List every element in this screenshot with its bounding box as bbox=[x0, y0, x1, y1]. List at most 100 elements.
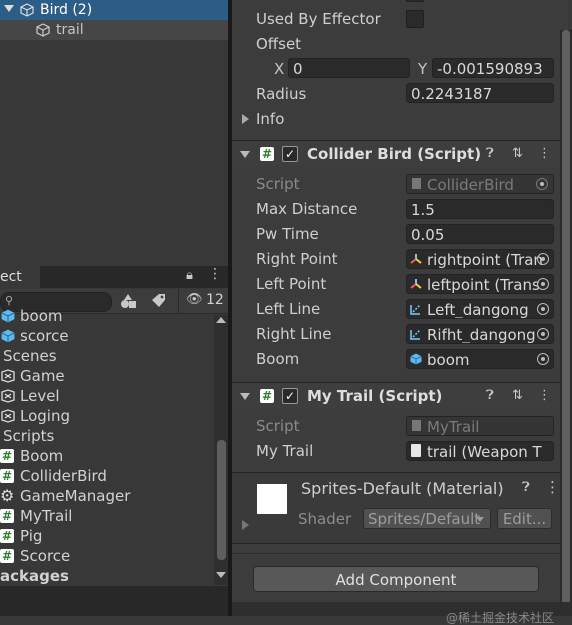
help-icon[interactable]: ❓︎ bbox=[486, 383, 494, 409]
left-line-field[interactable]: Left_dangong bbox=[406, 299, 554, 319]
pw-time-label: Pw Time bbox=[256, 225, 319, 243]
script-icon: # bbox=[0, 529, 14, 543]
hidden-packages-icon[interactable]: 👁︎ bbox=[186, 292, 203, 307]
partial-property-label: ~ bbox=[256, 0, 269, 6]
max-distance-label: Max Distance bbox=[256, 200, 358, 218]
hidden-packages-count: 12 bbox=[206, 292, 224, 308]
pw-time-field[interactable]: 0.05 bbox=[406, 224, 554, 244]
filter-by-type-icon[interactable] bbox=[120, 293, 138, 309]
my-trail-label: My Trail bbox=[256, 442, 314, 460]
component-menu-icon[interactable]: ⋮ bbox=[538, 383, 551, 409]
my-trail-field[interactable]: trail (Weapon T bbox=[406, 441, 554, 461]
component-enabled-checkbox[interactable]: ✓ bbox=[282, 388, 298, 404]
component-enabled-checkbox[interactable]: ✓ bbox=[282, 146, 298, 162]
inspector-scrollbar-thumb[interactable] bbox=[562, 30, 570, 616]
boom-field[interactable]: boom bbox=[406, 349, 554, 369]
scene-icon bbox=[1, 409, 15, 423]
used-by-effector-checkbox[interactable] bbox=[406, 10, 424, 28]
script-icon: # bbox=[0, 469, 14, 483]
script-field: MyTrail bbox=[406, 416, 554, 436]
object-picker-icon[interactable] bbox=[537, 328, 549, 340]
project-item-label: MyTrail bbox=[20, 507, 73, 525]
project-item-label: Game bbox=[20, 367, 65, 385]
max-distance-field[interactable]: 1.5 bbox=[406, 199, 554, 219]
material-foldout-icon[interactable] bbox=[242, 520, 249, 530]
right-line-field[interactable]: Rifht_dangong bbox=[406, 324, 554, 344]
hierarchy-item-label: trail bbox=[56, 22, 84, 38]
script-label: Script bbox=[256, 417, 300, 435]
component-title: Collider Bird (Script) bbox=[307, 145, 482, 163]
presets-icon[interactable]: ⇅ bbox=[512, 383, 523, 409]
line-renderer-icon bbox=[410, 329, 421, 340]
script-file-icon bbox=[412, 178, 421, 189]
help-icon[interactable]: ❓︎ bbox=[486, 141, 494, 167]
scroll-up-icon[interactable] bbox=[216, 317, 226, 323]
transform-icon bbox=[410, 254, 422, 264]
script-field: ColliderBird bbox=[406, 174, 554, 194]
lock-icon[interactable]: 🔒︎ bbox=[186, 268, 193, 283]
info-foldout-label[interactable]: Info bbox=[256, 109, 284, 129]
used-by-effector-label: Used By Effector bbox=[256, 10, 381, 28]
script-file-icon bbox=[412, 420, 421, 431]
shader-dropdown-value: Sprites/Default bbox=[368, 510, 481, 528]
partial-checkbox[interactable] bbox=[406, 0, 424, 2]
object-picker-icon[interactable] bbox=[537, 353, 549, 365]
radius-field[interactable]: 0.2243187 bbox=[406, 83, 554, 103]
project-item-label: Level bbox=[20, 387, 60, 405]
object-picker-icon[interactable] bbox=[537, 303, 549, 315]
right-point-label: Right Point bbox=[256, 250, 338, 268]
collider-bird-component-header[interactable]: # ✓ Collider Bird (Script) ❓︎ ⇅ ⋮ bbox=[232, 140, 560, 167]
presets-icon[interactable]: ⇅ bbox=[512, 141, 523, 167]
offset-x-field[interactable]: 0 bbox=[288, 58, 410, 78]
more-menu-icon[interactable]: ⋮ bbox=[208, 266, 222, 282]
right-point-field[interactable]: rightpoint (Tran bbox=[406, 249, 554, 269]
filter-by-label-icon[interactable] bbox=[150, 293, 168, 309]
my-trail-component-header[interactable]: # ✓ My Trail (Script) ❓︎ ⇅ ⋮ bbox=[232, 382, 560, 409]
shader-label: Shader bbox=[298, 510, 352, 528]
scroll-down-icon[interactable] bbox=[216, 572, 226, 578]
prefab-cube-icon bbox=[410, 353, 422, 365]
boom-label: Boom bbox=[256, 350, 300, 368]
hierarchy-item-trail[interactable]: trail bbox=[0, 20, 230, 40]
object-picker-icon[interactable] bbox=[537, 278, 549, 290]
help-icon[interactable]: ❓︎ bbox=[522, 480, 530, 495]
watermark-text: @稀土掘金技术社区 bbox=[446, 611, 555, 625]
search-icon: ⚲ bbox=[5, 294, 14, 307]
project-item-label: boom bbox=[20, 307, 63, 325]
object-picker-icon[interactable] bbox=[537, 253, 549, 265]
material-menu-icon[interactable]: ⋮ bbox=[545, 478, 560, 496]
transform-icon bbox=[410, 279, 422, 289]
hierarchy-item-bird[interactable]: Bird (2) bbox=[0, 0, 230, 20]
project-item-label: ackages bbox=[0, 567, 69, 585]
component-title: My Trail (Script) bbox=[307, 387, 443, 405]
project-footer bbox=[0, 586, 230, 616]
project-item-label: Loging bbox=[20, 407, 70, 425]
collapse-arrow-icon[interactable] bbox=[240, 151, 250, 158]
collapse-arrow-icon[interactable] bbox=[240, 393, 250, 400]
project-item-label: Pig bbox=[20, 527, 43, 545]
add-component-button[interactable]: Add Component bbox=[253, 566, 539, 592]
project-item-label: scorce bbox=[20, 327, 69, 345]
project-item-label: Scripts bbox=[3, 427, 55, 445]
left-point-field[interactable]: leftpoint (Trans bbox=[406, 274, 554, 294]
offset-y-label: Y bbox=[418, 60, 428, 78]
shader-dropdown[interactable]: Sprites/Default bbox=[363, 508, 491, 529]
tab-project[interactable]: ect bbox=[0, 266, 40, 288]
offset-y-field[interactable]: -0.001590893 bbox=[432, 58, 554, 78]
info-foldout-icon[interactable] bbox=[242, 114, 249, 124]
scene-icon bbox=[1, 369, 15, 383]
material-edit-button[interactable]: Edit... bbox=[497, 508, 552, 529]
material-title: Sprites-Default (Material) bbox=[301, 479, 504, 498]
scene-icon bbox=[1, 389, 15, 403]
component-menu-icon[interactable]: ⋮ bbox=[538, 141, 551, 167]
prefab-cube-icon bbox=[1, 329, 15, 343]
radius-label: Radius bbox=[256, 85, 307, 103]
hierarchy-item-label: Bird (2) bbox=[40, 2, 93, 18]
project-scrollbar-thumb[interactable] bbox=[217, 440, 226, 560]
script-icon: # bbox=[0, 509, 14, 523]
project-item-label: Scorce bbox=[20, 547, 71, 565]
expand-arrow-icon[interactable] bbox=[4, 5, 14, 12]
project-item-label: GameManager bbox=[20, 487, 131, 505]
script-icon: # bbox=[0, 449, 14, 463]
script-icon: # bbox=[260, 389, 274, 403]
